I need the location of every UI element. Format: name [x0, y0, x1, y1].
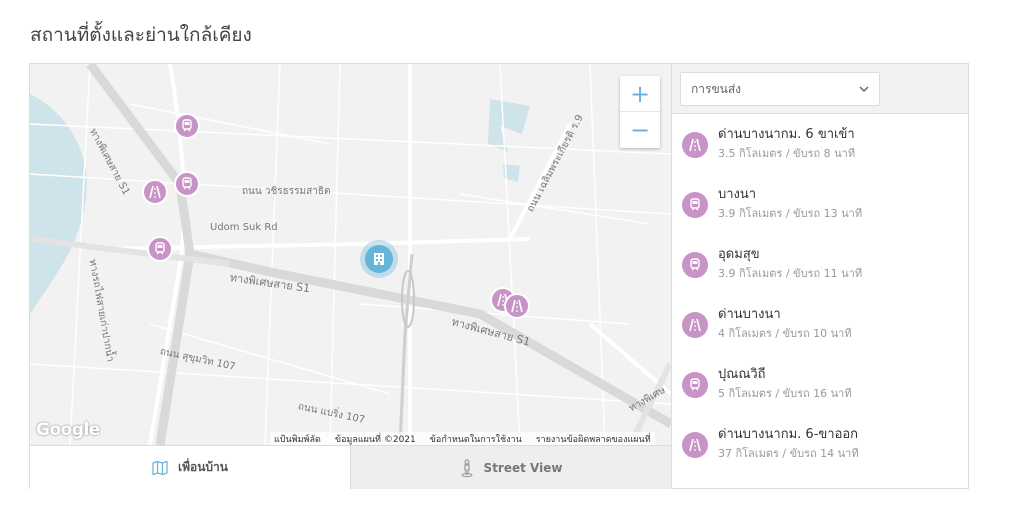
report-error-link[interactable]: รายงานข้อผิดพลาดของแผนที่ — [536, 432, 651, 446]
places-list: ด่านบางนากม. 6 ขาเข้า 3.5 กิโลเมตร / ขับ… — [672, 114, 968, 474]
list-item[interactable]: บางนา 3.9 กิโลเมตร / ขับรถ 13 นาที — [672, 174, 968, 234]
list-item[interactable]: ด่านบางนา 4 กิโลเมตร / ขับรถ 10 นาที — [672, 294, 968, 354]
train-icon — [682, 372, 708, 398]
map-data-text: ข้อมูลแผนที่ ©2021 — [334, 434, 416, 445]
toll-road-icon — [682, 312, 708, 338]
google-logo: Google — [36, 420, 100, 440]
category-dropdown-label: การขนส่ง — [691, 81, 742, 96]
toll-road-icon — [149, 185, 161, 199]
toll-road-pin[interactable] — [142, 179, 168, 205]
nearby-panel: การขนส่ง ด่านบางนากม. 6 ขาเข้า 3.5 กิโลเ… — [671, 64, 968, 488]
place-name: บางนา — [718, 187, 757, 202]
tab-street-view[interactable]: Street View — [350, 446, 671, 489]
map-attribution: แป้นพิมพ์ลัด ข้อมูลแผนที่ ©2021 ข้อกำหนด… — [270, 432, 655, 445]
building-icon — [374, 253, 384, 265]
chevron-down-icon — [859, 86, 869, 92]
place-name: อุดมสุข — [718, 247, 760, 262]
tab-street-view-label: Street View — [483, 460, 563, 475]
toll-road-pin[interactable] — [504, 293, 530, 319]
toll-road-icon — [682, 132, 708, 158]
place-name: ด่านบางนา — [718, 307, 781, 322]
map[interactable]: ทางพิเศษสาย S1 ทางพิเศษสาย S1 ทางพิเศษสา… — [30, 64, 671, 445]
tab-neighborhood[interactable]: เพื่อนบ้าน — [30, 446, 350, 489]
hotel-pin[interactable] — [360, 240, 398, 278]
train-icon — [182, 177, 192, 190]
place-name: ด่านบางนากม. 6-ขาออก — [718, 427, 859, 442]
road-label: Udom Suk Rd — [210, 222, 278, 233]
list-item[interactable]: ด่านบางนากม. 6-ขาออก 37 กิโลเมตร / ขับรถ… — [672, 414, 968, 474]
category-dropdown[interactable]: การขนส่ง — [680, 72, 880, 106]
train-icon — [682, 192, 708, 218]
list-item[interactable]: ปุณณวิถี 5 กิโลเมตร / ขับรถ 16 นาที — [672, 354, 968, 414]
place-distance: 5 กิโลเมตร / ขับรถ 16 นาที — [718, 387, 852, 400]
map-tabs: เพื่อนบ้าน Street View — [30, 445, 671, 489]
train-icon — [682, 252, 708, 278]
place-distance: 3.5 กิโลเมตร / ขับรถ 8 นาที — [718, 147, 856, 160]
train-pin[interactable] — [174, 171, 200, 197]
section-title: สถานที่ตั้งและย่านใกล้เคียง — [30, 24, 252, 46]
tab-neighborhood-label: เพื่อนบ้าน — [178, 460, 228, 474]
toll-road-icon — [682, 432, 708, 458]
road-label: ถนน วชิรธรรมสาธิต — [242, 186, 331, 197]
train-pin[interactable] — [174, 113, 200, 139]
train-pin[interactable] — [147, 236, 173, 262]
place-distance: 3.9 กิโลเมตร / ขับรถ 13 นาที — [718, 207, 863, 220]
list-item[interactable]: ด่านบางนากม. 6 ขาเข้า 3.5 กิโลเมตร / ขับ… — [672, 114, 968, 174]
place-name: ด่านบางนากม. 6 ขาเข้า — [718, 127, 855, 142]
list-item[interactable]: อุดมสุข 3.9 กิโลเมตร / ขับรถ 11 นาที — [672, 234, 968, 294]
place-distance: 4 กิโลเมตร / ขับรถ 10 นาที — [718, 327, 852, 340]
zoom-out-button[interactable]: − — [620, 112, 660, 148]
place-distance: 37 กิโลเมตร / ขับรถ 14 นาที — [718, 447, 859, 460]
keyboard-shortcuts-link[interactable]: แป้นพิมพ์ลัด — [274, 432, 321, 446]
toll-road-icon — [511, 299, 523, 313]
panel-header: การขนส่ง — [672, 64, 968, 114]
place-name: ปุณณวิถี — [718, 367, 766, 382]
zoom-control: + − — [620, 76, 660, 148]
hotel-pin-inner — [365, 245, 393, 273]
train-icon — [182, 119, 192, 132]
train-icon — [155, 242, 165, 255]
location-widget: ทางพิเศษสาย S1 ทางพิเศษสาย S1 ทางพิเศษสา… — [29, 63, 969, 489]
terms-link[interactable]: ข้อกำหนดในการใช้งาน — [430, 432, 522, 446]
map-icon — [152, 460, 168, 475]
zoom-in-button[interactable]: + — [620, 76, 660, 112]
place-distance: 3.9 กิโลเมตร / ขับรถ 11 นาที — [718, 267, 863, 280]
pegman-icon — [461, 458, 473, 477]
